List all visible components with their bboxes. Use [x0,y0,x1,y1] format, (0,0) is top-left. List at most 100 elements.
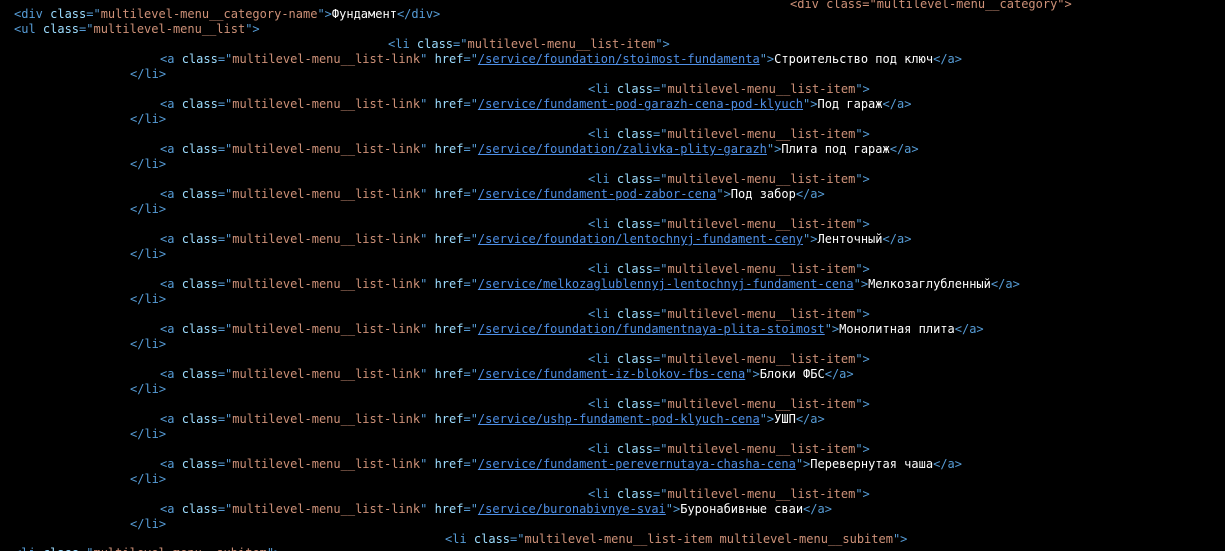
code-token: "> [855,82,870,96]
code-token: "> [855,352,870,366]
code-token: class [181,367,218,381]
code-line: <li class="multilevel-menu__list-item"> [588,487,870,502]
code-token: </a> [795,412,825,426]
code-token: =" [86,7,101,21]
code-token: </a> [954,322,984,336]
code-token: "> [853,277,869,291]
code-token: </a> [889,142,919,156]
code-token: <li [588,352,617,366]
code-token: " [420,367,435,381]
code-token: href [434,412,464,426]
code-token: </li> [130,157,167,171]
code-token: class [181,277,218,291]
code-token: =" [653,172,668,186]
code-line: <li class="multilevel-menu__list-item"> [588,352,870,367]
code-token: <li [588,127,617,141]
code-line: </li> [130,427,166,442]
code-line: <a class="multilevel-menu__list-link" hr… [160,457,962,472]
code-token: =" [217,52,233,66]
code-line: <a class="multilevel-menu__list-link" hr… [160,412,825,427]
code-line: <a class="multilevel-menu__list-link" hr… [160,187,825,202]
code-token: Перевернутая чаша [810,457,934,471]
code-token: =" [463,52,478,66]
code-token: "> [824,322,840,336]
code-token: =" [217,142,233,156]
code-token: </a> [803,502,832,516]
code-token: =" [463,412,478,426]
code-line: <a class="multilevel-menu__list-link" hr… [160,277,1020,292]
code-token: </li> [130,337,167,351]
code-token: multilevel-menu__list-link [232,502,421,516]
code-token: =" [217,367,233,381]
code-line: <div class="multilevel-menu__category-na… [14,7,440,22]
href-link[interactable]: /service/foundation/fundamentnaya-plita-… [478,322,825,336]
code-token: </li> [130,292,167,306]
code-token: =" [653,307,668,321]
code-token: href [434,277,464,291]
href-link[interactable]: /service/fundament-pod-garazh-cena-pod-k… [478,97,803,111]
code-token: multilevel-menu__list-item [667,397,856,411]
code-token: class [616,262,654,276]
code-token: "> [855,442,870,456]
code-token: href [434,457,464,471]
code-token: "> [855,127,870,141]
code-token: "> [759,412,775,426]
code-token: =" [463,502,478,516]
code-token: "> [855,262,870,276]
code-token: </a> [933,52,962,66]
code-token: class [50,7,87,21]
code-token: =" [653,487,668,501]
code-line: </li> [130,157,166,172]
code-line: <li class="multilevel-menu__list-item"> [588,217,870,232]
code-token: multilevel-menu__list-item [467,37,656,51]
code-line: </li> [130,112,166,127]
code-token: <a [160,412,182,426]
code-token: multilevel-menu__list-item [667,442,856,456]
href-link[interactable]: /service/buronabivnye-svai [478,502,666,516]
code-line: <a class="multilevel-menu__list-link" hr… [160,232,911,247]
code-token: href [434,322,464,336]
code-token: <li [14,546,43,551]
code-line: </li> [130,67,166,82]
code-token: "> [892,532,908,546]
code-token: =" [653,127,668,141]
href-link[interactable]: /service/fundament-perevernutaya-chasha-… [478,457,796,471]
code-token: multilevel-menu__subitem [93,546,266,551]
code-token: <li [588,262,617,276]
code-token: <a [160,187,182,201]
code-line: <ul class="multilevel-menu__list"> [14,22,260,37]
href-link[interactable]: /service/fundament-iz-blokov-fbs-cena [478,367,745,381]
code-token: "> [855,397,870,411]
href-link[interactable]: /service/foundation/lentochnyj-fundament… [478,232,803,246]
code-token: href [434,502,464,516]
code-token: " [420,52,435,66]
code-token: Фундамент [331,7,397,21]
code-token: multilevel-menu__list-link [232,97,421,111]
code-token: class [616,397,654,411]
code-token: class [616,217,654,231]
href-link[interactable]: /service/fundament-pod-zabor-cena [478,187,716,201]
code-token: Ленточный [817,232,883,246]
href-link[interactable]: /service/foundation/zalivka-plity-garazh [478,142,767,156]
code-token: class [616,172,654,186]
code-token: "> [855,487,870,501]
code-token: class [616,352,654,366]
code-token: class [181,142,218,156]
code-token: </li> [130,247,167,261]
code-token: =" [217,322,233,336]
code-token: Монолитная плита [839,322,955,336]
href-link[interactable]: /service/melkozaglublennyj-lentochnyj-fu… [478,277,854,291]
code-token: <li [588,82,617,96]
href-link[interactable]: /service/foundation/stoimost-fundamenta [478,52,760,66]
code-token: =" [463,187,478,201]
href-link[interactable]: /service/ushp-fundament-pod-klyuch-cena [478,412,760,426]
code-token: href [434,142,464,156]
code-token: " [420,277,435,291]
source-code-viewer: <div class="multilevel-menu__category"> <… [0,0,1225,551]
code-line: </li> [130,472,166,487]
code-token: </a> [882,97,912,111]
code-token: <a [160,322,182,336]
code-token: =" [79,546,93,551]
code-token: class [42,22,80,36]
code-token: multilevel-menu__list-item [667,262,856,276]
